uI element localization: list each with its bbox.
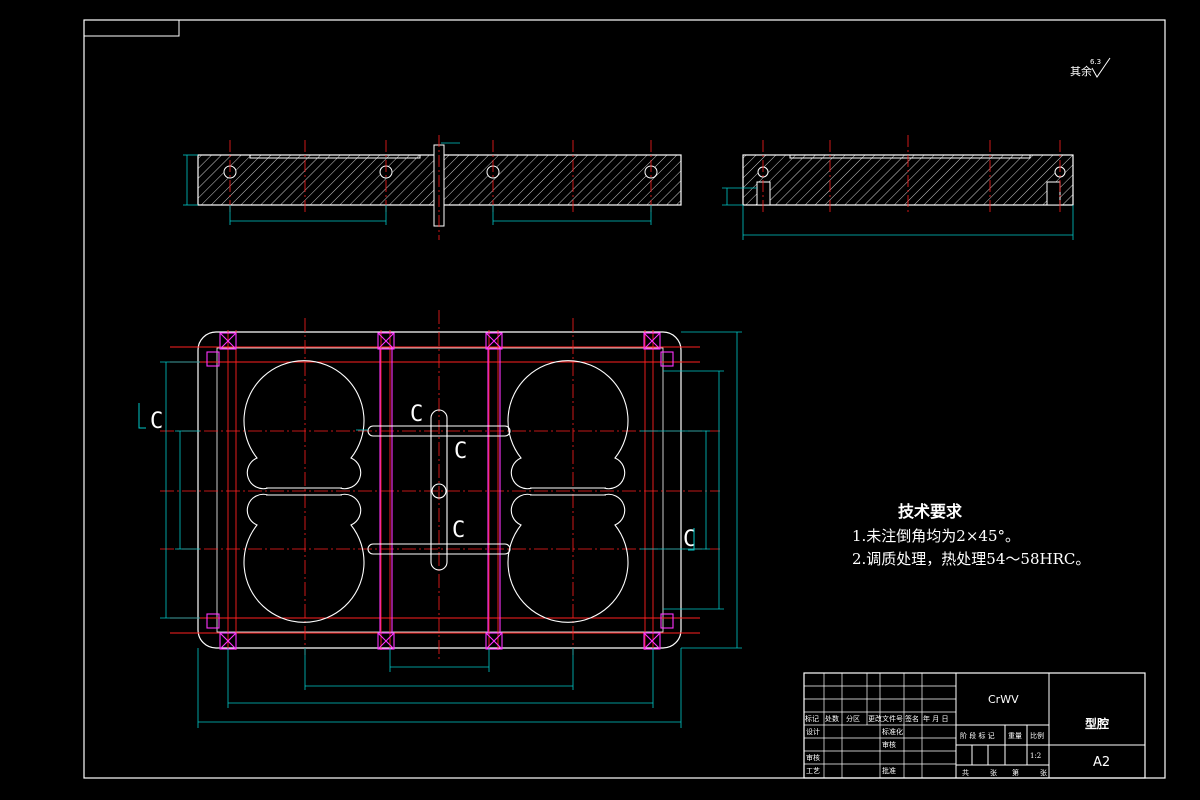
label-design: 设计 [806,727,820,736]
front-section-view [183,135,682,240]
side-section-view [722,135,1074,240]
label-audit: 审核 [806,753,820,762]
right-cavity [507,360,629,623]
row-label-change-doc: 更改文件号 [868,714,903,723]
title-block: CrWV 型腔 A2 标记 处数 分区 更改文件号 签名 年 月 日 设计 标准… [803,672,1146,779]
label-approve: 批准 [882,766,896,775]
label-standardize: 标准化 [882,727,903,736]
sheet-size-text: A2 [1093,755,1110,770]
surface-value-text: 6.3 [1090,58,1101,66]
label-stage-mark: 阶 段 标 记 [960,731,995,740]
tech-requirement-1: 1.未注倒角均为2×45°。 [852,527,1021,545]
section-letter-1: C [150,409,163,434]
part-name-text: 型腔 [1085,716,1109,731]
label-weight: 重量 [1008,732,1022,740]
label-sheets-2: 张 [1040,768,1047,777]
section-letter-2: C [410,402,423,427]
tech-requirement-2: 2.调质处理，热处理54～58HRC。 [852,550,1091,568]
section-markers: C C C C C [150,402,696,552]
plan-view: C C C C C [138,310,742,728]
surface-roughness-note: 其余 6.3 [1070,57,1111,78]
plan-dimensions [160,331,742,728]
label-scale: 比例 [1030,731,1044,740]
row-label-count: 处数 [825,714,839,723]
section-letter-4: C [452,518,465,543]
scale-ratio-text: 1:2 [1030,752,1041,760]
section-letter-3: C [454,439,467,464]
tech-requirements-title: 技术要求 [898,502,963,521]
label-sheets-1: 张 [990,768,997,777]
surface-note-text: 其余 [1070,64,1092,78]
left-cavity [243,360,365,623]
cad-drawing-canvas: 其余 6.3 C C C C C CrWV 型腔 A2 标记 处数 分区 更改文… [83,19,1166,779]
label-total: 共 [962,768,969,777]
label-review: 审核 [882,740,896,749]
row-label-sign: 签名 [905,714,919,723]
sheet-number-box [83,19,180,37]
label-process: 工艺 [806,767,820,775]
row-label-mark: 标记 [805,714,819,723]
row-label-date: 年 月 日 [923,714,948,723]
row-label-zone: 分区 [846,714,860,723]
label-page: 第 [1012,768,1019,777]
material-text: CrWV [988,693,1019,706]
